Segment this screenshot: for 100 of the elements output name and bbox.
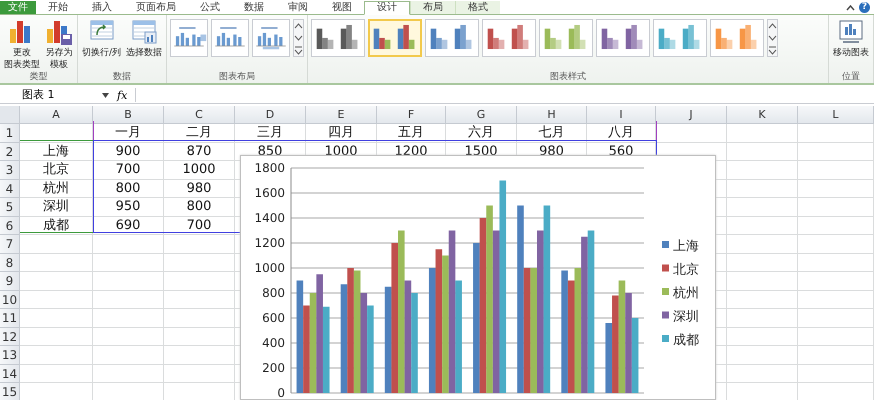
table-cell: 深圳: [20, 198, 93, 216]
row-header[interactable]: 2: [0, 142, 20, 161]
table-cell: 870: [164, 142, 235, 161]
column-header[interactable]: J: [656, 106, 727, 124]
table-cell: 成都: [20, 216, 93, 235]
column-header[interactable]: H: [517, 106, 587, 124]
ribbon-tab[interactable]: 设计: [364, 1, 410, 15]
help-button[interactable]: ?: [859, 2, 870, 12]
column-header[interactable]: I: [587, 106, 656, 124]
chart-style-thumbnail[interactable]: [653, 19, 708, 57]
row-header[interactable]: 8: [0, 254, 20, 272]
column-header[interactable]: A: [20, 106, 93, 124]
caret-icon[interactable]: [846, 4, 855, 10]
row-header[interactable]: 4: [0, 180, 20, 198]
chart-style-thumbnail[interactable]: [368, 19, 422, 57]
ribbon-button[interactable]: 切换行/列: [81, 17, 122, 59]
ribbon-tab[interactable]: 文件: [0, 1, 36, 14]
axis-tick-label: 200: [262, 361, 285, 375]
legend-label: 上海: [673, 239, 699, 254]
table-cell: 三月: [235, 124, 306, 142]
row-header[interactable]: 10: [0, 290, 20, 309]
chart-style-thumbnail[interactable]: [596, 19, 650, 57]
ribbon-tab[interactable]: 审阅: [276, 1, 320, 14]
axis-tick-label: 800: [262, 286, 285, 300]
column-header[interactable]: E: [306, 106, 377, 124]
row-header[interactable]: 11: [0, 309, 20, 328]
legend-item[interactable]: 上海: [662, 239, 699, 254]
row-header[interactable]: 6: [0, 216, 20, 235]
group-label: 图表样式: [549, 71, 588, 83]
caret-icon[interactable]: [294, 44, 304, 56]
ribbon-tab[interactable]: 开始: [36, 1, 80, 14]
ribbon-tab[interactable]: 公式: [188, 1, 232, 14]
chart-layout-thumbnail[interactable]: [170, 19, 208, 57]
row-header[interactable]: 9: [0, 272, 20, 290]
chart-style-thumbnail[interactable]: [311, 19, 366, 57]
axis-tick-label: 0: [277, 386, 285, 399]
dropdown-icon[interactable]: [102, 92, 109, 98]
ribbon-tab[interactable]: 布局: [410, 1, 455, 14]
insert-function-button[interactable]: fx: [113, 88, 132, 102]
table-cell: 八月: [587, 124, 656, 142]
column-header[interactable]: L: [798, 106, 874, 124]
axis-tick-label: 1400: [254, 211, 285, 225]
chart-layout-thumbnail[interactable]: [252, 19, 290, 57]
table-cell: 二月: [164, 124, 235, 142]
column-header[interactable]: B: [93, 106, 164, 124]
table-cell: 四月: [306, 124, 377, 142]
table-cell: 690: [93, 216, 164, 235]
ribbon-button[interactable]: 另存为 模板: [44, 17, 74, 71]
table-cell: 一月: [93, 124, 164, 142]
column-header[interactable]: D: [235, 106, 306, 124]
chart-layout-thumbnail[interactable]: [211, 19, 250, 57]
row-header[interactable]: 15: [0, 383, 20, 400]
row-header[interactable]: 13: [0, 346, 20, 364]
column-header[interactable]: F: [377, 106, 446, 124]
ribbon-button[interactable]: 更改 图表类型: [3, 17, 41, 71]
legend-label: 深圳: [673, 310, 699, 324]
ribbon-button[interactable]: 移动图表: [832, 17, 870, 59]
legend-label: 成都: [673, 333, 699, 348]
table-cell: 七月: [517, 124, 587, 142]
row-header[interactable]: 1: [0, 124, 20, 142]
ribbon-tab[interactable]: 页面布局: [124, 1, 188, 14]
row-header[interactable]: 5: [0, 198, 20, 216]
group-label: 位置: [841, 71, 861, 83]
legend-item[interactable]: 北京: [662, 262, 699, 278]
table-cell: 950: [93, 198, 164, 216]
axis-tick-label: 1000: [254, 261, 285, 275]
axis-tick-label: 1200: [254, 236, 285, 250]
legend-item[interactable]: 成都: [662, 333, 699, 348]
row-header[interactable]: 7: [0, 235, 20, 254]
group-label: 类型: [28, 71, 48, 83]
axis-tick-label: 600: [262, 311, 285, 325]
row-header[interactable]: 12: [0, 328, 20, 346]
ribbon-tab[interactable]: 插入: [80, 1, 124, 14]
table-cell: 900: [93, 142, 164, 161]
chart-style-thumbnail[interactable]: [539, 19, 594, 57]
ribbon-button[interactable]: 选择数据: [125, 17, 164, 59]
column-header[interactable]: G: [446, 106, 517, 124]
legend-item[interactable]: 杭州: [662, 286, 699, 301]
legend-item[interactable]: 深圳: [662, 310, 699, 324]
row-header[interactable]: 3: [0, 161, 20, 180]
ribbon-tab[interactable]: 格式: [455, 1, 500, 14]
chart-style-thumbnail[interactable]: [482, 19, 536, 57]
ribbon-tab[interactable]: 视图: [320, 1, 364, 14]
row-header[interactable]: 14: [0, 364, 20, 383]
caret-icon[interactable]: [768, 44, 778, 56]
column-header[interactable]: K: [727, 106, 798, 124]
chart-style-thumbnail[interactable]: [425, 19, 480, 57]
column-header[interactable]: C: [164, 106, 235, 124]
table-cell: 北京: [20, 161, 93, 180]
legend-label: 杭州: [672, 286, 699, 301]
chart-style-thumbnail[interactable]: [710, 19, 764, 57]
group-label: 数据: [112, 71, 132, 83]
axis-tick-label: 1600: [254, 186, 285, 200]
table-cell: 杭州: [20, 180, 93, 198]
group-label: 图表布局: [218, 71, 256, 83]
table-cell: 700: [93, 161, 164, 180]
table-cell: 六月: [446, 124, 517, 142]
table-cell: 1000: [164, 161, 235, 180]
chart-area[interactable]: 0 200 400 600 800 1000 1200 1400 1600 1800 上海 北京 杭州 深圳 成都: [240, 155, 716, 400]
ribbon-tab[interactable]: 数据: [232, 1, 276, 14]
